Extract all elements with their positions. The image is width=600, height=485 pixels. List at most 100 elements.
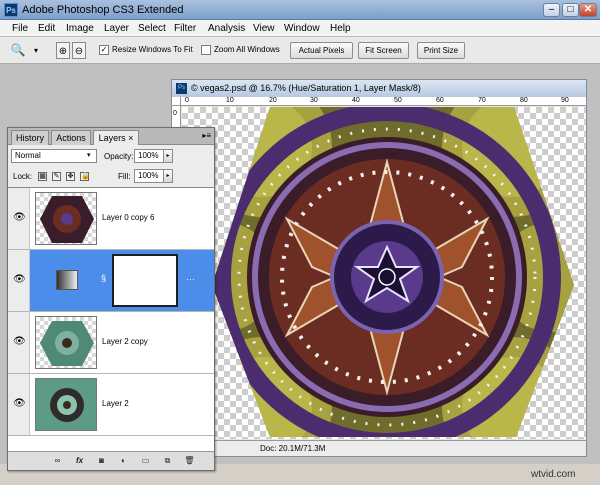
layer-row[interactable]: 👁 Layer 2 xyxy=(8,374,214,436)
ruler-tick: 40 xyxy=(352,97,360,104)
blend-mode-select[interactable]: Normal xyxy=(11,149,97,163)
minimize-button[interactable]: – xyxy=(543,3,560,17)
lock-transparency-icon[interactable]: ▦ xyxy=(38,172,47,181)
menu-edit[interactable]: Edit xyxy=(38,23,55,34)
layer-visibility-toggle[interactable]: 👁 xyxy=(8,250,30,311)
menu-file[interactable]: File xyxy=(12,23,28,34)
tab-actions[interactable]: Actions xyxy=(51,130,91,145)
ruler-tick: 50 xyxy=(394,97,402,104)
app-title: Adobe Photoshop CS3 Extended xyxy=(22,4,184,16)
opacity-label: Opacity: xyxy=(104,152,134,161)
resize-windows-label: Resize Windows To Fit xyxy=(112,45,193,54)
eye-icon: 👁 xyxy=(13,336,26,347)
layer-thumbnail-image xyxy=(40,196,94,243)
fill-input[interactable]: 100% xyxy=(134,169,164,183)
layer-thumbnail xyxy=(35,378,97,431)
blend-row: Normal ▾ Opacity: 100% ▸ xyxy=(8,149,214,165)
adjustment-icon[interactable]: ◐ xyxy=(118,455,129,466)
fit-screen-button[interactable]: Fit Screen xyxy=(358,42,409,59)
ruler-tick: 0 xyxy=(185,97,189,104)
fill-slider-button[interactable]: ▸ xyxy=(163,169,173,183)
layer-name: Layer 2 copy xyxy=(102,337,148,346)
layer-thumbnail xyxy=(35,192,97,245)
document-window[interactable]: Ps © vegas2.psd @ 16.7% (Hue/Saturation … xyxy=(171,79,587,457)
close-button[interactable]: ✕ xyxy=(579,3,597,17)
menu-help[interactable]: Help xyxy=(330,23,351,34)
layer-name: Layer 0 copy 6 xyxy=(102,213,155,222)
layers-panel-footer: ∞ fx ◙ ◐ ▭ ⧉ 🗑 xyxy=(8,451,214,470)
zoom-all-windows-label: Zoom All Windows xyxy=(214,45,280,54)
layer-thumbnail xyxy=(35,316,97,369)
menu-layer[interactable]: Layer xyxy=(104,23,129,34)
lock-all-icon[interactable]: 🔒 xyxy=(80,172,90,181)
ruler-tick: 10 xyxy=(226,97,234,104)
layer-visibility-toggle[interactable]: 👁 xyxy=(8,374,30,435)
tool-preset-dropdown-icon[interactable]: ▾ xyxy=(30,42,42,59)
zoom-all-windows-checkbox[interactable] xyxy=(201,45,211,55)
ruler-origin[interactable] xyxy=(172,97,181,106)
menu-bar: File Edit Image Layer Select Filter Anal… xyxy=(0,20,600,37)
link-icon[interactable]: ∞ xyxy=(52,455,63,466)
print-size-button[interactable]: Print Size xyxy=(417,42,465,59)
resize-windows-checkbox[interactable]: ✓ xyxy=(99,45,109,55)
group-icon[interactable]: ▭ xyxy=(140,455,151,466)
tab-history[interactable]: History xyxy=(11,130,49,145)
document-title: © vegas2.psd @ 16.7% (Hue/Saturation 1, … xyxy=(191,83,421,93)
zoom-tool-icon[interactable]: 🔍 xyxy=(8,42,28,59)
layer-mask-thumbnail[interactable] xyxy=(112,254,178,307)
menu-view[interactable]: View xyxy=(253,23,275,34)
ruler-tick: 0 xyxy=(173,110,177,117)
options-bar: 🔍 ▾ ⊕ ⊖ ✓ Resize Windows To Fit Zoom All… xyxy=(0,37,600,64)
layer-row[interactable]: 👁 Layer 2 copy xyxy=(8,312,214,374)
document-icon: Ps xyxy=(176,83,187,94)
photoshop-logo-icon: Ps xyxy=(4,3,18,17)
adjustment-layer-icon xyxy=(56,270,78,290)
document-title-bar[interactable]: Ps © vegas2.psd @ 16.7% (Hue/Saturation … xyxy=(172,80,586,97)
ruler-tick: 70 xyxy=(478,97,486,104)
menu-filter[interactable]: Filter xyxy=(174,23,196,34)
panel-tab-bar: History Actions Layers × ▸≡ xyxy=(8,128,214,145)
ruler-tick: 80 xyxy=(520,97,528,104)
menu-window[interactable]: Window xyxy=(284,23,320,34)
menu-image[interactable]: Image xyxy=(66,23,94,34)
chevron-down-icon: ▾ xyxy=(87,152,91,159)
lock-position-icon[interactable]: ✥ xyxy=(66,172,75,181)
zoom-out-icon[interactable]: ⊖ xyxy=(72,42,86,59)
layer-thumbnail-image xyxy=(40,321,94,366)
eye-icon: 👁 xyxy=(13,274,26,285)
panel-menu-icon[interactable]: ▸≡ xyxy=(202,131,211,140)
document-canvas[interactable] xyxy=(182,107,586,439)
mask-icon[interactable]: ◙ xyxy=(96,455,107,466)
tab-layers[interactable]: Layers × xyxy=(93,130,139,145)
opacity-slider-button[interactable]: ▸ xyxy=(163,149,173,163)
ruler-tick: 90 xyxy=(561,97,569,104)
new-layer-icon[interactable]: ⧉ xyxy=(162,455,173,466)
eye-icon: 👁 xyxy=(13,398,26,409)
menu-select[interactable]: Select xyxy=(138,23,166,34)
horizontal-ruler[interactable]: 0 10 20 30 40 50 60 70 80 90 xyxy=(181,97,586,106)
document-size-status[interactable]: Doc: 20.1M/71.3M xyxy=(260,444,325,453)
more-icon: ··· xyxy=(186,274,195,284)
layer-row[interactable]: 👁 Layer 0 copy 6 xyxy=(8,188,214,250)
opacity-input[interactable]: 100% xyxy=(134,149,164,163)
trash-icon[interactable]: 🗑 xyxy=(184,455,195,466)
ruler-tick: 30 xyxy=(310,97,318,104)
fill-label: Fill: xyxy=(118,172,131,181)
layers-panel: History Actions Layers × ▸≡ Normal ▾ Opa… xyxy=(7,127,215,471)
layer-row-selected[interactable]: 👁 § ··· xyxy=(8,250,214,312)
document-status-bar: Doc: 20.1M/71.3M xyxy=(172,440,586,456)
layer-name: Layer 2 xyxy=(102,399,129,408)
fx-icon[interactable]: fx xyxy=(74,455,85,466)
layer-visibility-toggle[interactable]: 👁 xyxy=(8,188,30,249)
watermark: wtvid.com xyxy=(531,469,576,480)
layer-thumbnail-image xyxy=(36,379,96,430)
menu-analysis[interactable]: Analysis xyxy=(208,23,245,34)
zoom-in-icon[interactable]: ⊕ xyxy=(56,42,70,59)
maximize-button[interactable]: □ xyxy=(562,3,579,17)
layer-visibility-toggle[interactable]: 👁 xyxy=(8,312,30,373)
kaleidoscope-image xyxy=(212,107,574,437)
actual-pixels-button[interactable]: Actual Pixels xyxy=(290,42,353,59)
eye-icon: 👁 xyxy=(13,212,26,223)
layer-link-icon[interactable]: § xyxy=(101,273,106,283)
lock-pixels-icon[interactable]: ✎ xyxy=(52,172,61,181)
